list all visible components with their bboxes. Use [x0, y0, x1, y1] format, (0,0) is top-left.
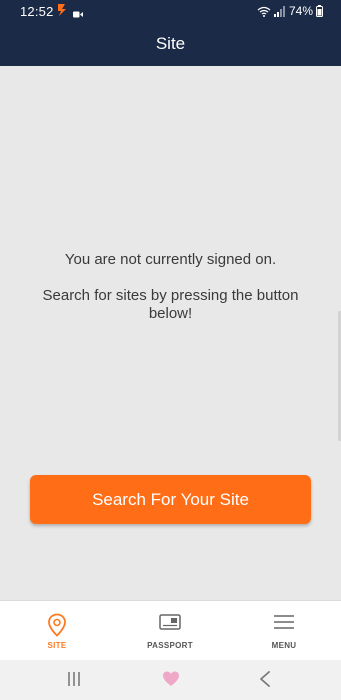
page-title: Site [155, 34, 186, 53]
nav-item-site[interactable]: SITE [0, 601, 114, 661]
not-signed-on-message: You are not currently signed on. [64, 251, 277, 268]
search-instruction-message: Search for sites by pressing the button … [42, 287, 299, 322]
passport-card-icon [159, 614, 181, 630]
location-pin-icon [48, 613, 66, 637]
recents-icon[interactable] [66, 670, 82, 693]
nav-item-passport[interactable]: PASSPORT [113, 601, 227, 661]
app-logo-icon [56, 3, 68, 17]
video-camera-icon [73, 6, 83, 18]
nav-label-menu: MENU [271, 641, 297, 650]
wifi-icon [257, 6, 271, 17]
battery-percent: 74% [288, 4, 313, 18]
home-heart-icon[interactable] [162, 670, 180, 693]
status-indicators: 74% [257, 4, 323, 18]
nav-label-site: SITE [47, 641, 67, 650]
system-navigation-bar [0, 660, 341, 700]
signal-icon [273, 5, 286, 17]
back-chevron-icon[interactable] [258, 670, 272, 693]
nav-item-menu[interactable]: MENU [227, 601, 341, 661]
battery-icon [316, 5, 323, 17]
bottom-navigation: SITE PASSPORT MENU [0, 600, 341, 660]
status-time: 12:52 [20, 4, 54, 19]
nav-label-passport: PASSPORT [147, 641, 193, 650]
search-for-site-button[interactable]: Search For Your Site [30, 475, 311, 524]
hamburger-menu-icon [274, 615, 294, 629]
main-content: You are not currently signed on. Search … [0, 66, 341, 600]
app-header: 12:52 74% Site [0, 0, 341, 66]
status-bar: 12:52 74% [0, 0, 341, 22]
